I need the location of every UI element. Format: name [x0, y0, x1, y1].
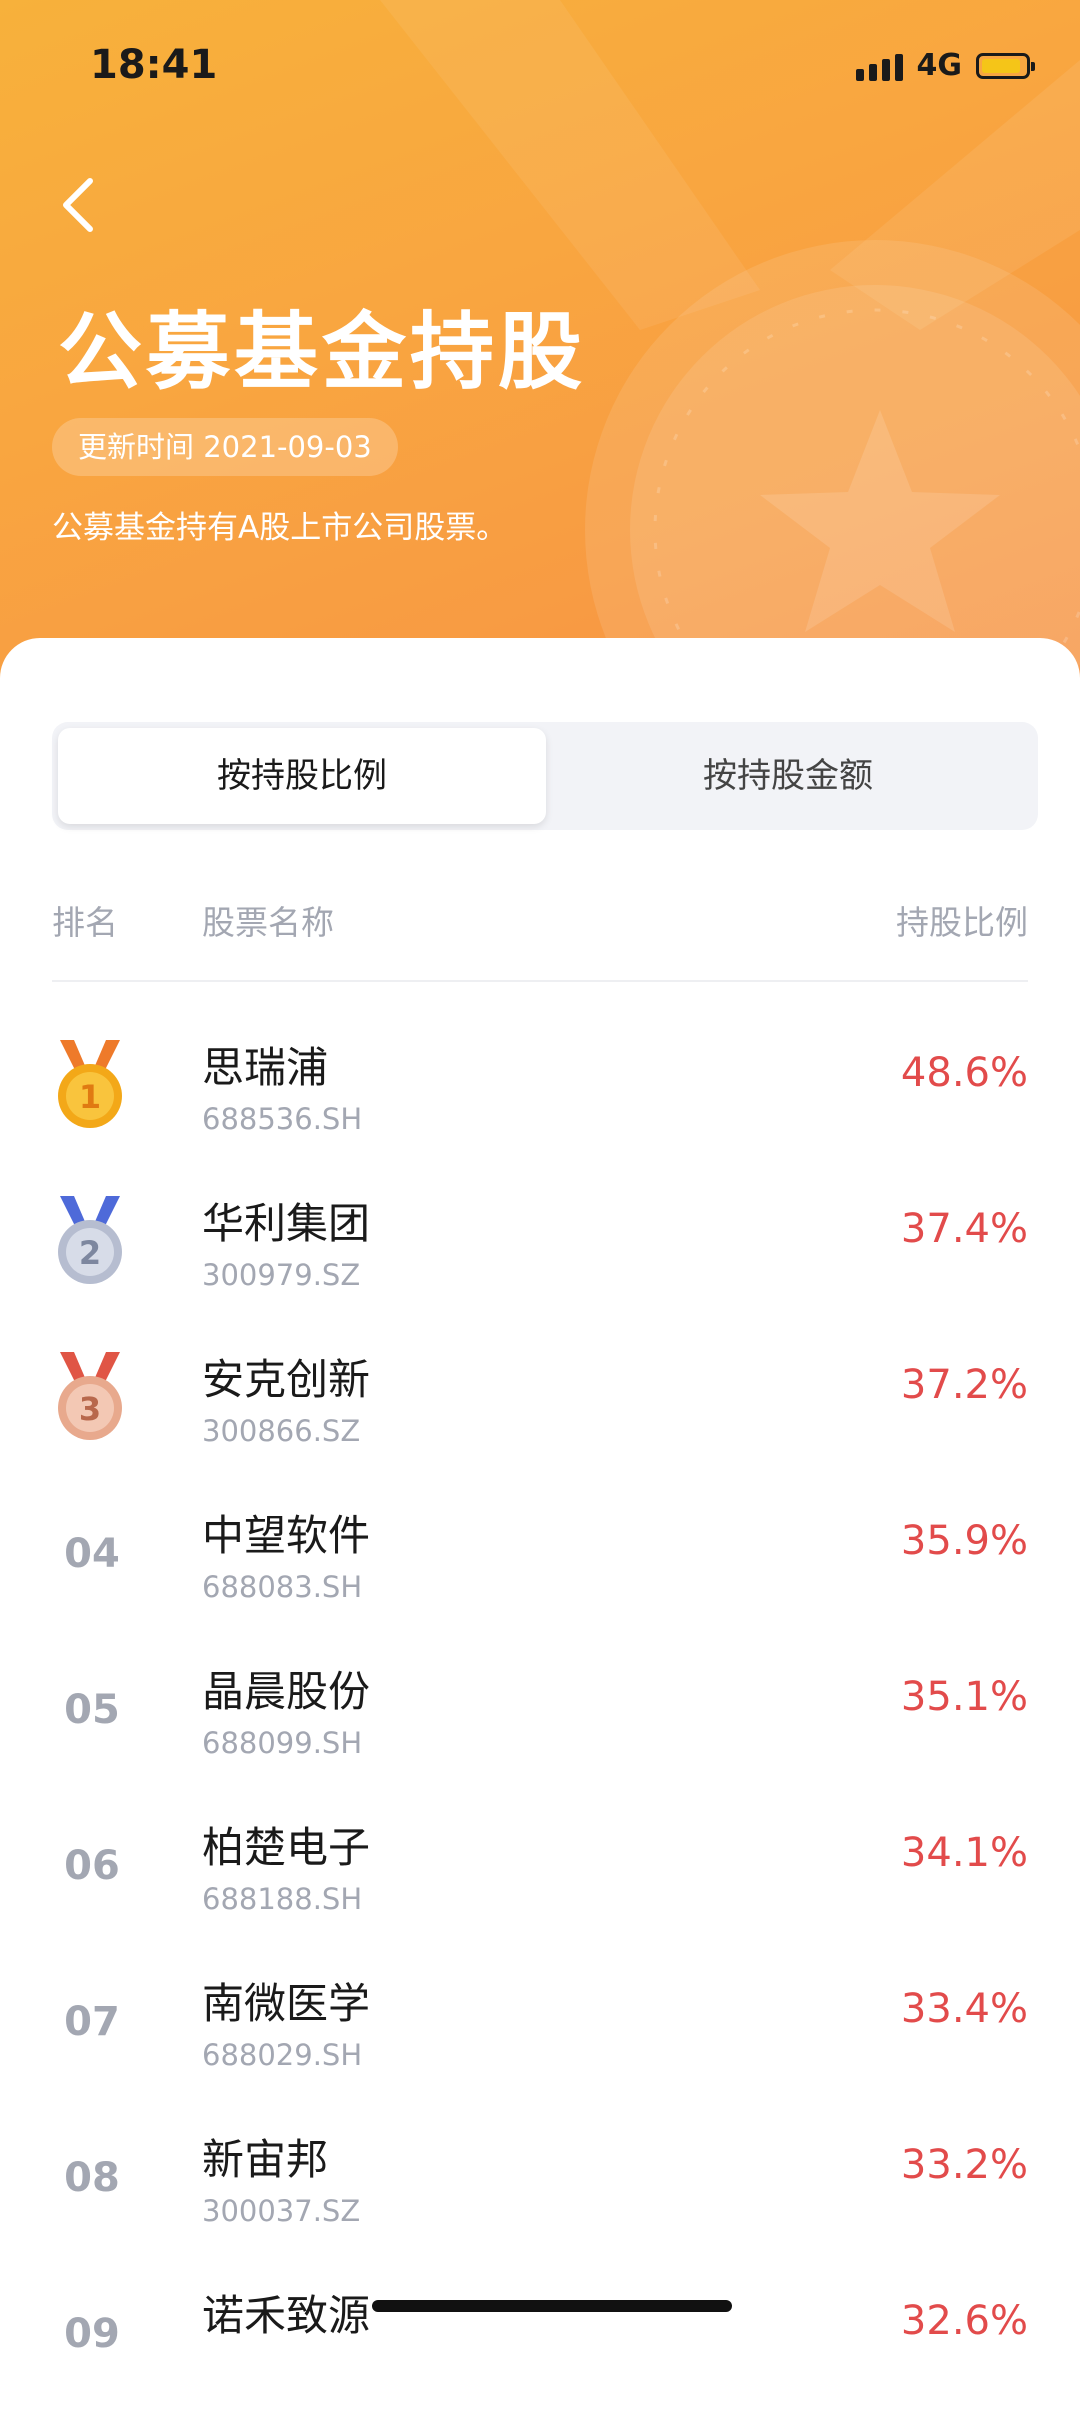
table-row[interactable]: 2 华利集团 300979.SZ 37.4%	[0, 1164, 1080, 1320]
network-type: 4G	[916, 48, 963, 83]
table-row[interactable]: 06 柏楚电子 688188.SH 34.1%	[0, 1788, 1080, 1944]
rank-number: 09	[64, 2311, 120, 2357]
rank-number: 07	[64, 1999, 120, 2045]
stock-name: 南微医学	[202, 1979, 371, 2028]
page-subtitle: 公募基金持有A股上市公司股票。	[52, 510, 508, 546]
svg-text:1: 1	[79, 1078, 101, 1116]
svg-text:3: 3	[79, 1390, 101, 1428]
stock-name: 诺禾致源	[202, 2291, 371, 2340]
header-divider	[52, 980, 1028, 982]
stock-code: 688083.SH	[202, 1570, 363, 1604]
holding-ratio: 33.4%	[900, 1986, 1028, 2032]
holding-ratio: 35.9%	[900, 1518, 1028, 1564]
table-row[interactable]: 3 安克创新 300866.SZ 37.2%	[0, 1320, 1080, 1476]
rank-number: 06	[64, 1843, 120, 1889]
stock-code: 688188.SH	[202, 1882, 363, 1916]
holding-ratio: 37.2%	[900, 1362, 1028, 1408]
rank-number: 04	[64, 1531, 120, 1577]
update-time-badge: 更新时间 2021-09-03	[52, 418, 398, 476]
table-row[interactable]: 04 中望软件 688083.SH 35.9%	[0, 1476, 1080, 1632]
stock-name: 晶晨股份	[202, 1667, 371, 1716]
status-time: 18:41	[90, 42, 218, 88]
table-row[interactable]: 05 晶晨股份 688099.SH 35.1%	[0, 1632, 1080, 1788]
table-row[interactable]: 09 诺禾致源 32.6%	[0, 2256, 1080, 2412]
silver-medal-icon: 2	[58, 1196, 122, 1284]
stock-code: 300866.SZ	[202, 1414, 361, 1448]
gold-medal-icon: 1	[58, 1040, 122, 1128]
stock-name: 华利集团	[202, 1199, 371, 1248]
stock-code: 688536.SH	[202, 1102, 363, 1136]
page-title: 公募基金持股	[58, 303, 587, 401]
holding-ratio: 33.2%	[900, 2142, 1028, 2188]
rank-number: 08	[64, 2155, 120, 2201]
sort-toggle: 按持股比例 按持股金额	[52, 722, 1038, 830]
stock-name: 新宙邦	[202, 2135, 329, 2184]
stock-name: 思瑞浦	[202, 1043, 329, 1092]
stock-name: 柏楚电子	[202, 1823, 371, 1872]
column-header-rank: 排名	[52, 903, 118, 942]
content-card: 按持股比例 按持股金额 排名 股票名称 持股比例 1 思瑞浦 688536.SH…	[0, 638, 1080, 2357]
stock-code: 688029.SH	[202, 2038, 363, 2072]
rank-number: 05	[64, 1687, 120, 1733]
stock-name: 中望软件	[202, 1511, 371, 1560]
table-row[interactable]: 07 南微医学 688029.SH 33.4%	[0, 1944, 1080, 2100]
tab-by-amount[interactable]: 按持股金额	[544, 728, 1032, 824]
signal-icon	[855, 51, 903, 81]
tab-by-ratio[interactable]: 按持股比例	[58, 728, 546, 824]
stock-code: 688099.SH	[202, 1726, 363, 1760]
holding-ratio: 34.1%	[900, 1830, 1028, 1876]
holding-ratio: 32.6%	[900, 2298, 1028, 2344]
header-banner: 18:41 4G 公募基金持股 更新时间 2021-09-03 公募基金持有A股…	[0, 0, 1080, 700]
bronze-medal-icon: 3	[58, 1352, 122, 1440]
holding-ratio: 35.1%	[900, 1674, 1028, 1720]
table-row[interactable]: 1 思瑞浦 688536.SH 48.6%	[0, 1008, 1080, 1164]
holding-ratio: 48.6%	[900, 1050, 1028, 1096]
stock-name: 安克创新	[202, 1355, 371, 1404]
battery-icon	[976, 52, 1035, 79]
stock-code: 300037.SZ	[202, 2194, 361, 2228]
home-indicator[interactable]	[372, 2300, 732, 2312]
status-indicators: 4G	[855, 48, 1035, 83]
back-arrow-icon[interactable]	[56, 175, 104, 235]
holding-ratio: 37.4%	[900, 1206, 1028, 1252]
svg-text:2: 2	[79, 1234, 101, 1272]
column-header-ratio: 持股比例	[896, 903, 1028, 942]
table-row[interactable]: 08 新宙邦 300037.SZ 33.2%	[0, 2100, 1080, 2256]
stock-code: 300979.SZ	[202, 1258, 361, 1292]
column-header-name: 股票名称	[202, 903, 334, 942]
